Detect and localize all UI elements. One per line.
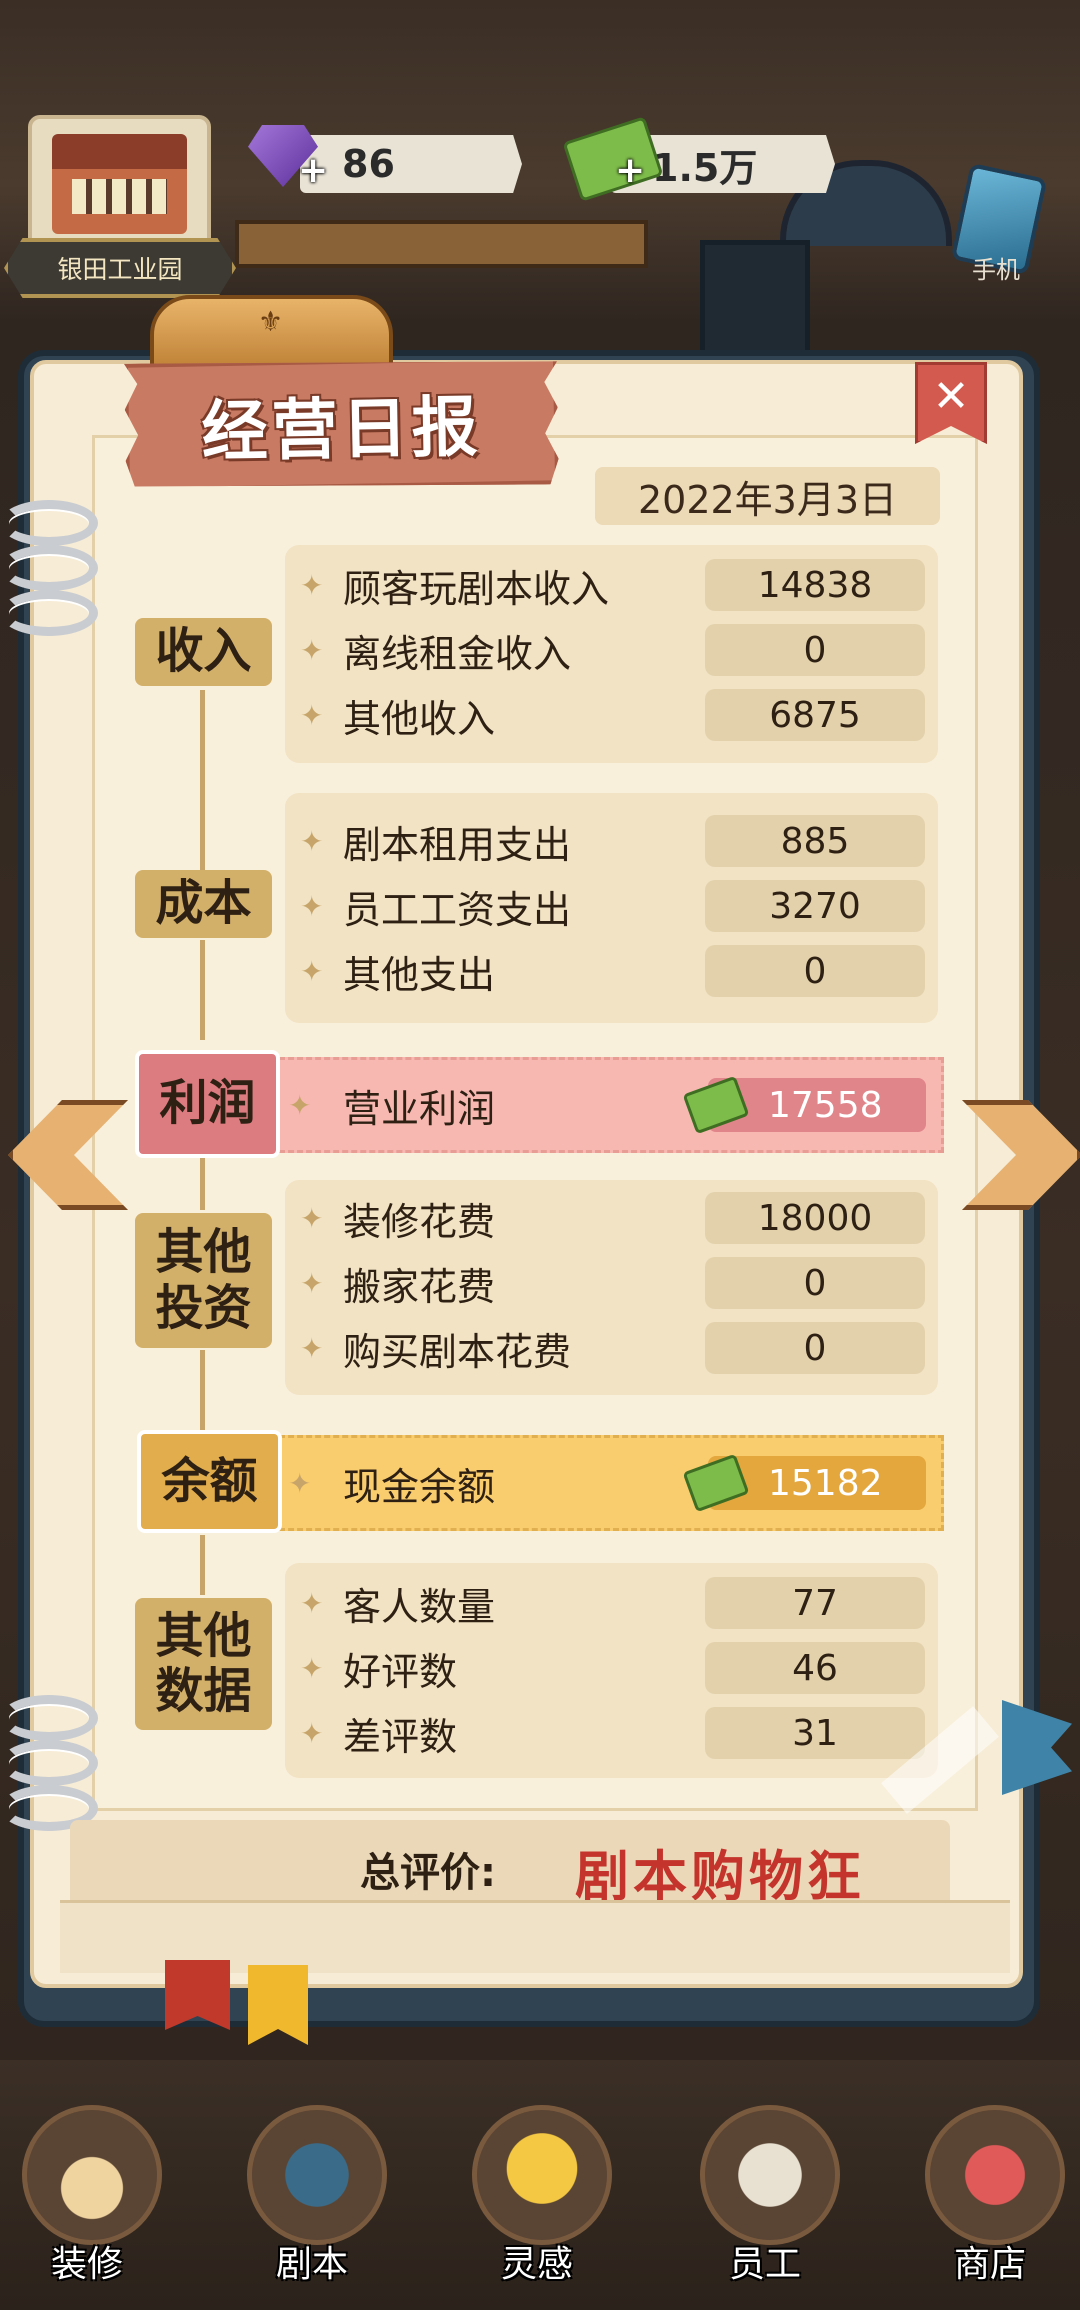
binder-ring-icon (0, 500, 98, 546)
category-other-data: 其他 数据 (135, 1598, 272, 1730)
row-value: 885 (705, 815, 925, 867)
nav-item-scripts[interactable]: 剧本 (227, 2095, 397, 2295)
gem-count: 86 (342, 142, 395, 186)
star-icon: ✦ (300, 1201, 324, 1235)
list-item: ✦ 其他收入 6875 (285, 685, 938, 745)
list-item: ✦ 购买剧本花费 0 (285, 1318, 938, 1378)
timeline-connector (200, 690, 205, 870)
list-item: ✦ 员工工资支出 3270 (285, 876, 938, 936)
star-icon: ✦ (300, 1586, 324, 1620)
balance-row: ✦ 现金余额 15182 (270, 1435, 944, 1531)
row-value: 0 (705, 624, 925, 676)
star-icon: ✦ (288, 1088, 312, 1122)
income-panel: ✦ 顾客玩剧本收入 14838 ✦ 离线租金收入 0 ✦ 其他收入 6875 (285, 545, 938, 763)
category-profit: 利润 (135, 1050, 280, 1158)
row-value: 6875 (705, 689, 925, 741)
phone-label: 手机 (972, 256, 1020, 284)
nav-item-shop[interactable]: 商店 (905, 2095, 1075, 2295)
star-icon: ✦ (300, 1651, 324, 1685)
star-icon: ✦ (300, 824, 324, 858)
background-shelf (235, 220, 648, 268)
star-icon: ✦ (300, 954, 324, 988)
report-date-text: 2022年3月3日 (637, 477, 898, 522)
investment-panel: ✦ 装修花费 18000 ✦ 搬家花费 0 ✦ 购买剧本花费 0 (285, 1180, 938, 1395)
row-value: 0 (705, 945, 925, 997)
star-icon: ✦ (300, 1331, 324, 1365)
timeline-connector (200, 1150, 205, 1210)
star-icon: ✦ (300, 889, 324, 923)
report-date: 2022年3月3日 (595, 467, 940, 525)
star-icon: ✦ (300, 568, 324, 602)
cash-icon (682, 1453, 750, 1513)
binder-ring-icon (0, 590, 98, 636)
star-icon: ✦ (300, 633, 324, 667)
other-data-panel: ✦ 客人数量 77 ✦ 好评数 46 ✦ 差评数 31 (285, 1563, 938, 1778)
nav-item-staff[interactable]: 员工 (680, 2095, 850, 2295)
gem-counter[interactable]: 86 (300, 135, 522, 193)
row-value: 0 (705, 1322, 925, 1374)
list-item: ✦ 装修花费 18000 (285, 1188, 938, 1248)
timeline-connector (200, 1535, 205, 1595)
cost-panel: ✦ 剧本租用支出 885 ✦ 员工工资支出 3270 ✦ 其他支出 0 (285, 793, 938, 1023)
list-item: ✦ 搬家花费 0 (285, 1253, 938, 1313)
star-icon: ✦ (300, 1266, 324, 1300)
row-value: 14838 (705, 559, 925, 611)
timeline-connector (200, 1350, 205, 1430)
report-title: 经营日报 (200, 388, 483, 471)
star-icon: ✦ (300, 1716, 324, 1750)
list-item: ✦ 离线租金收入 0 (285, 620, 938, 680)
category-balance: 余额 (137, 1430, 282, 1533)
list-item: ✦ 客人数量 77 (285, 1573, 938, 1633)
row-value: 77 (705, 1577, 925, 1629)
overall-rating-label: 总评价: (360, 1850, 496, 1896)
list-item: ✦ 其他支出 0 (285, 941, 938, 1001)
timeline-connector (200, 940, 205, 1040)
profit-row: ✦ 营业利润 17558 (270, 1057, 944, 1153)
cash-icon (682, 1075, 750, 1135)
badge-icon (700, 2105, 840, 2245)
binder-ring-icon (0, 1740, 98, 1786)
venue-house-icon (52, 134, 187, 234)
house-icon (22, 2105, 162, 2245)
row-value: 0 (705, 1257, 925, 1309)
nav-item-inspiration[interactable]: 灵感 (452, 2095, 622, 2295)
cash-count: 1.5万 (652, 145, 758, 190)
lightbulb-icon (472, 2105, 612, 2245)
row-value: 3270 (705, 880, 925, 932)
add-gems-icon[interactable]: + (298, 150, 328, 191)
shop-icon (925, 2105, 1065, 2245)
fleur-de-lis-icon: ⚜ (258, 305, 284, 338)
category-cost: 成本 (135, 870, 272, 938)
binder-ring-icon (0, 1695, 98, 1741)
star-icon: ✦ (288, 1466, 312, 1500)
binder-ring-icon (0, 545, 98, 591)
balance-value: 15182 (682, 1453, 926, 1513)
venue-thumbnail[interactable] (28, 115, 211, 253)
star-icon: ✦ (300, 698, 324, 732)
list-item: ✦ 顾客玩剧本收入 14838 (285, 555, 938, 615)
row-value: 18000 (705, 1192, 925, 1244)
list-item: ✦ 好评数 46 (285, 1638, 938, 1698)
add-cash-icon[interactable]: + (615, 150, 645, 191)
venue-name: 银田工业园 (57, 255, 183, 284)
category-income: 收入 (135, 618, 272, 686)
nav-item-decoration[interactable]: 装修 (2, 2095, 172, 2295)
profit-value: 17558 (682, 1075, 926, 1135)
report-title-banner: 经营日报 (124, 356, 559, 492)
venue-name-ribbon[interactable]: 银田工业园 (4, 238, 236, 298)
row-value: 31 (705, 1707, 925, 1759)
row-value: 46 (705, 1642, 925, 1694)
list-item: ✦ 剧本租用支出 885 (285, 811, 938, 871)
close-icon: ✕ (932, 371, 970, 422)
list-item: ✦ 差评数 31 (285, 1703, 938, 1763)
category-other-investment: 其他 投资 (135, 1213, 272, 1348)
book-icon (247, 2105, 387, 2245)
